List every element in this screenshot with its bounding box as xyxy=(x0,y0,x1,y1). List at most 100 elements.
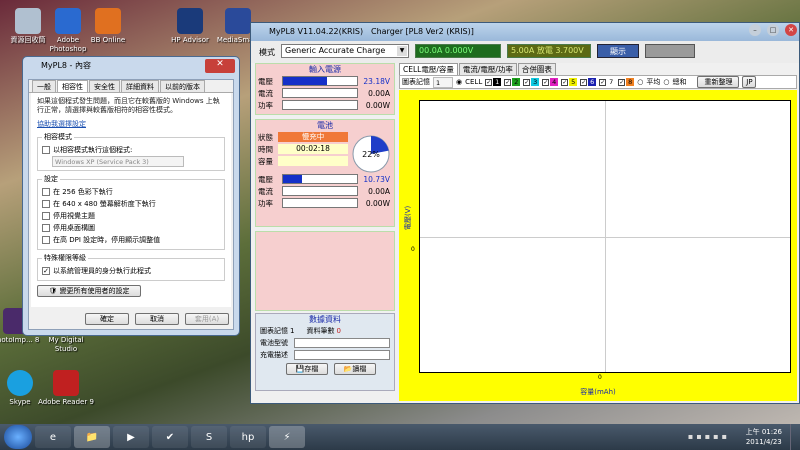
setting-256-color[interactable]: 在 256 色彩下執行 xyxy=(42,186,220,198)
checkbox-icon xyxy=(42,146,50,154)
taskbar-app[interactable]: ✔ xyxy=(152,426,188,448)
chart-memory-select[interactable]: 1 xyxy=(433,76,453,88)
cell-3-label: 3 xyxy=(531,78,540,86)
battery-power-row: 功率 0.00W xyxy=(256,197,394,209)
save-button[interactable]: 💾存檔 xyxy=(286,363,328,375)
dialog-buttons: 確定 取消 套用(A) xyxy=(85,313,229,325)
clock[interactable]: 上午 01:26 2011/4/23 xyxy=(746,427,782,447)
minimize-icon[interactable]: – xyxy=(749,24,761,36)
start-button[interactable] xyxy=(4,425,32,449)
battery-type-input[interactable] xyxy=(294,338,390,348)
taskbar-ie[interactable]: e xyxy=(35,426,71,448)
cell-7-label: 7 xyxy=(607,78,616,86)
tab-combined-chart[interactable]: 合併圖表 xyxy=(517,63,556,75)
cell-radio[interactable]: ◉ xyxy=(456,78,462,86)
cell-2-toggle[interactable]: ✓ 2 xyxy=(504,78,521,86)
tab-general[interactable]: 一般 xyxy=(32,80,56,92)
help-link[interactable]: 協助我選擇設定 xyxy=(37,119,225,129)
maximize-icon[interactable]: □ xyxy=(767,24,779,36)
close-button[interactable]: ✕ xyxy=(205,59,235,73)
refresh-button[interactable]: 重新整理 xyxy=(697,76,740,88)
ok-button[interactable]: 確定 xyxy=(85,313,129,325)
setting-high-dpi[interactable]: 在高 DPI 設定時，停用顯示調整值 xyxy=(42,234,220,246)
cell-5-toggle[interactable]: ✓ 5 xyxy=(561,78,578,86)
row-label: 電壓 xyxy=(258,76,273,86)
privilege-legend: 特殊權限等級 xyxy=(44,254,86,262)
taskbar-explorer[interactable]: 📁 xyxy=(74,426,110,448)
button-label: 存檔 xyxy=(304,365,319,373)
setting-disable-composition[interactable]: 停用桌面構圖 xyxy=(42,222,220,234)
checkbox-label: 在 256 色彩下執行 xyxy=(53,188,113,196)
row-value: 0.00W xyxy=(365,100,390,110)
show-button[interactable]: 顯示 xyxy=(597,44,639,58)
cell-1-toggle[interactable]: ✓ 1 xyxy=(485,78,502,86)
cell-8-toggle[interactable]: ✓ 8 xyxy=(618,78,635,86)
chart-controls: 圖表記憶 1 ◉ CELL ✓ 1 ✓ 2 ✓ 3 ✓ 4 ✓ 5 ✓ 6 ✓ 7 ✓ 8 ○ … xyxy=(399,75,797,89)
tab-security[interactable]: 安全性 xyxy=(89,80,120,92)
close-icon[interactable]: ✕ xyxy=(785,24,797,36)
mode-select[interactable]: Generic Accurate Charge ▼ xyxy=(281,44,409,58)
battery-current-bar xyxy=(282,186,358,196)
x-axis-zero: 0 xyxy=(598,374,602,381)
battery-title: 電池 xyxy=(317,121,333,130)
recycle-bin-icon xyxy=(15,8,41,34)
system-tray[interactable]: ▪▪▪▪▪ xyxy=(688,432,730,441)
show-desktop-button[interactable] xyxy=(790,424,800,450)
run-as-admin-checkbox[interactable]: ✓ 以系統管理員的身分執行此程式 xyxy=(42,265,220,277)
settings-group: 設定 在 256 色彩下執行 在 640 x 480 螢幕解析度下執行 停用視覺… xyxy=(37,174,225,250)
cell-2-label: 2 xyxy=(512,78,521,86)
time-label: 時間 xyxy=(258,144,273,154)
chart-memory-label: 圖表記憶 xyxy=(402,78,430,86)
dialog-tabs: 一般 相容性 安全性 詳細資料 以前的版本 xyxy=(29,80,233,93)
mypl8-window: MyPL8 V11.04.22(KRIS) Charger [PL8 Ver2 … xyxy=(250,22,800,404)
tab-details[interactable]: 詳細資料 xyxy=(121,80,159,92)
taskbar-skype[interactable]: S xyxy=(191,426,227,448)
checkbox-checked-icon: ✓ xyxy=(561,78,569,86)
tab-current-voltage-power[interactable]: 電流/電壓/功率 xyxy=(458,63,517,75)
cancel-button[interactable]: 取消 xyxy=(135,313,179,325)
jpg-button[interactable]: JP xyxy=(742,76,757,88)
compat-os-select[interactable]: Windows XP (Service Pack 3) xyxy=(52,156,184,167)
desktop-icon-reader[interactable]: Adobe Reader 9 xyxy=(38,370,94,407)
compat-mode-checkbox[interactable]: 以相容模式執行這個程式: xyxy=(42,144,220,156)
desktop-icon-bb[interactable]: BB Online xyxy=(80,8,136,45)
status-label: 狀態 xyxy=(258,132,273,142)
taskbar-media[interactable]: ▶ xyxy=(113,426,149,448)
checkbox-checked-icon: ✓ xyxy=(504,78,512,86)
sum-radio[interactable]: ○ xyxy=(663,78,669,86)
plot-canvas[interactable] xyxy=(419,100,791,373)
checkbox-checked-icon: ✓ xyxy=(542,78,550,86)
checkbox-checked-icon: ✓ xyxy=(523,78,531,86)
checkbox-label: 以相容模式執行這個程式: xyxy=(53,146,133,154)
bar-fill xyxy=(283,77,328,85)
y-axis-zero: 0 xyxy=(411,245,415,253)
checkbox-icon xyxy=(42,224,50,232)
battery-power-bar xyxy=(282,198,358,208)
taskbar-mypl8[interactable]: ⚡ xyxy=(269,426,305,448)
checkbox-label: 在 640 x 480 螢幕解析度下執行 xyxy=(53,200,156,208)
cell-7-toggle[interactable]: ✓ 7 xyxy=(599,78,616,86)
tab-previous-versions[interactable]: 以前的版本 xyxy=(160,80,205,92)
clock-date: 2011/4/23 xyxy=(745,438,782,446)
battery-voltage-bar xyxy=(282,174,358,184)
charge-desc-input[interactable] xyxy=(294,350,390,360)
cell-6-toggle[interactable]: ✓ 6 xyxy=(580,78,597,86)
load-button[interactable]: 📂讀檔 xyxy=(334,363,376,375)
setting-disable-theme[interactable]: 停用視覺主題 xyxy=(42,210,220,222)
taskbar-hp[interactable]: hp xyxy=(230,426,266,448)
avg-radio[interactable]: ○ xyxy=(637,78,643,86)
setting-640x480[interactable]: 在 640 x 480 螢幕解析度下執行 xyxy=(42,198,220,210)
tab-cell-voltage[interactable]: CELL電壓/容量 xyxy=(399,63,458,75)
apply-button[interactable]: 套用(A) xyxy=(185,313,229,325)
hp-advisor-icon xyxy=(177,8,203,34)
cell-3-toggle[interactable]: ✓ 3 xyxy=(523,78,540,86)
row-value: 23.18V xyxy=(363,76,390,86)
chart-panel: CELL電壓/容量 電流/電壓/功率 合併圖表 圖表記憶 1 ◉ CELL ✓ 1… xyxy=(399,63,797,403)
charge-pie-chart: 22% xyxy=(352,135,390,173)
change-all-users-button[interactable]: 🛡 變更所有使用者的設定 xyxy=(37,285,141,297)
battery-current-row: 電流 0.00A xyxy=(256,185,394,197)
cell-label: CELL xyxy=(465,78,483,86)
cell-4-toggle[interactable]: ✓ 4 xyxy=(542,78,559,86)
cell-1-label: 1 xyxy=(493,78,502,86)
tab-compatibility[interactable]: 相容性 xyxy=(57,80,88,92)
